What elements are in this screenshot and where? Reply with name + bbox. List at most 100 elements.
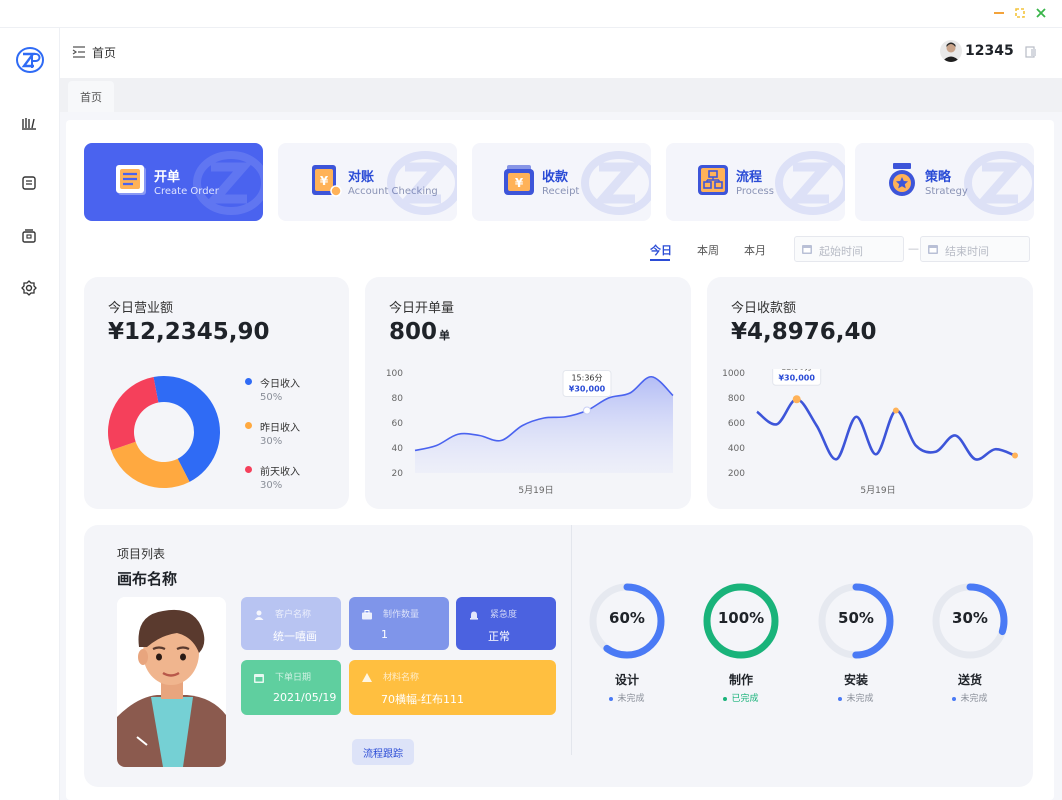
tooltip-point <box>792 395 801 404</box>
calendar-icon <box>254 674 264 683</box>
legend-label: 昨日收入 <box>260 423 300 434</box>
progress-percent: 50% <box>838 609 874 627</box>
quantity-value: 1 <box>381 628 388 641</box>
menu-toggle-icon[interactable] <box>72 44 86 58</box>
quick-action-strategy[interactable]: 策略 Strategy <box>855 143 1034 221</box>
y-tick-label: 600 <box>728 419 745 429</box>
end-date-placeholder: 结束时间 <box>945 245 989 258</box>
material-value: 70横幅-红布111 <box>381 693 464 706</box>
tooltip-value: ¥30,000 <box>778 373 815 382</box>
settings-icon[interactable] <box>20 279 38 297</box>
logo-watermark-icon <box>581 151 651 215</box>
quick-action-title: 流程 <box>736 170 763 185</box>
legend-percent: 30% <box>260 480 283 491</box>
material-label: 材料名称 <box>383 673 420 683</box>
legend-dot <box>245 422 252 429</box>
customer-name-value: 统一嘻画 <box>273 630 317 643</box>
status-dot <box>838 696 843 701</box>
progress-status-label: 未完成 <box>617 694 645 704</box>
progress-name: 设计 <box>614 673 639 687</box>
data-point <box>892 407 899 414</box>
period-today[interactable]: 今日 <box>650 242 672 258</box>
date-range-separator: — <box>908 242 919 255</box>
quick-action-account-checking[interactable]: ¥ 对账 Account Checking <box>278 143 457 221</box>
close-icon[interactable] <box>1034 6 1048 20</box>
logout-icon[interactable] <box>1024 44 1038 58</box>
customer-portrait <box>117 597 226 767</box>
logo <box>14 44 46 76</box>
receipts-card: 今日收款额 ¥4,8976,40 1000 800 600 400 200 5月19日 12… <box>707 277 1033 509</box>
period-month[interactable]: 本月 <box>744 242 766 258</box>
quick-action-create-order[interactable]: 开单 Create Order <box>84 143 263 221</box>
x-axis-label: 5月19日 <box>860 485 895 496</box>
x-axis-label: 5月19日 <box>518 485 553 496</box>
customer-name-tile: 客户名称 统一嘻画 <box>241 597 341 650</box>
calendar-icon <box>802 245 812 254</box>
quick-action-receipt[interactable]: ¥ 收款 Receipt <box>472 143 651 221</box>
user-icon <box>254 610 264 620</box>
y-tick-label: 1000 <box>722 369 745 379</box>
progress-percent: 60% <box>609 609 645 627</box>
tab-home[interactable]: 首页 <box>68 81 114 112</box>
progress-status: 未完成 <box>587 691 667 704</box>
revenue-card: 今日营业额 ¥12,2345,90 今日收入 50% 昨日收入 30% 前天收入… <box>84 277 349 509</box>
end-date-input[interactable]: 结束时间 <box>920 236 1030 262</box>
y-tick-label: 20 <box>392 469 404 479</box>
legend-label: 今日收入 <box>260 379 300 390</box>
donut-slice-1 <box>111 441 190 488</box>
progress-ring-production: 100% 制作 已完成 <box>701 581 781 704</box>
quick-action-title: 对账 <box>348 170 375 185</box>
box-icon[interactable] <box>20 227 38 245</box>
briefcase-icon <box>362 610 372 620</box>
legend-item-day-before: 前天收入 30% <box>245 463 300 491</box>
progress-status-label: 未完成 <box>846 694 874 704</box>
quick-action-title: 收款 <box>542 170 569 185</box>
urgency-label: 紧急度 <box>490 610 518 620</box>
legend-label: 前天收入 <box>260 467 300 478</box>
quick-action-subtitle: Process <box>736 186 774 197</box>
quick-action-title: 开单 <box>154 170 181 185</box>
progress-ring-install: 50% 安装 未完成 <box>816 581 896 704</box>
breadcrumb: 首页 <box>92 46 117 60</box>
start-date-input[interactable]: 起始时间 <box>794 236 904 262</box>
library-icon[interactable] <box>20 114 38 132</box>
tooltip-time: 15:36分 <box>571 374 602 383</box>
progress-percent: 100% <box>717 609 765 627</box>
progress-name: 送货 <box>957 673 982 687</box>
project-name: 画布名称 <box>117 570 178 588</box>
maximize-icon[interactable] <box>1013 6 1027 20</box>
area-fill <box>415 376 673 473</box>
receipts-title: 今日收款额 <box>731 301 797 316</box>
order-list-icon <box>116 165 146 195</box>
avatar[interactable] <box>940 40 962 62</box>
progress-status-label: 已完成 <box>731 694 759 704</box>
quick-action-process[interactable]: 流程 Process <box>666 143 845 221</box>
period-week[interactable]: 本周 <box>697 242 719 258</box>
progress-ring-delivery: 30% 送货 未完成 <box>930 581 1010 704</box>
track-process-button[interactable]: 流程跟踪 <box>352 739 414 765</box>
order-date-value: 2021/05/19 <box>273 691 337 704</box>
orders-title: 今日开单量 <box>389 301 455 316</box>
legend-dot <box>245 378 252 385</box>
orders-unit: 单 <box>439 329 451 342</box>
data-point <box>1012 452 1018 459</box>
book-icon[interactable] <box>20 174 38 192</box>
svg-text:¥: ¥ <box>515 176 524 190</box>
project-panel: 项目列表 画布名称 客户名称 统一嘻画 制作数量 1 紧急度 正常 下单日期 2… <box>84 525 1033 787</box>
logo-watermark-icon <box>775 151 845 215</box>
flowchart-icon <box>698 165 728 195</box>
y-tick-label: 200 <box>728 469 745 479</box>
status-dot <box>723 696 728 701</box>
minimize-icon[interactable] <box>992 6 1006 20</box>
y-tick-label: 100 <box>386 369 403 379</box>
material-icon <box>362 673 372 682</box>
tab-bar: 首页 <box>60 78 1062 112</box>
tooltip-value: ¥30,000 <box>569 385 606 394</box>
quick-action-subtitle: Receipt <box>542 186 580 197</box>
bill-icon: ¥ <box>312 165 342 197</box>
window-titlebar <box>0 0 1062 28</box>
legend-item-yesterday: 昨日收入 30% <box>245 419 300 447</box>
y-tick-label: 800 <box>728 394 745 404</box>
legend-percent: 30% <box>260 436 283 447</box>
tooltip-point <box>583 406 591 415</box>
